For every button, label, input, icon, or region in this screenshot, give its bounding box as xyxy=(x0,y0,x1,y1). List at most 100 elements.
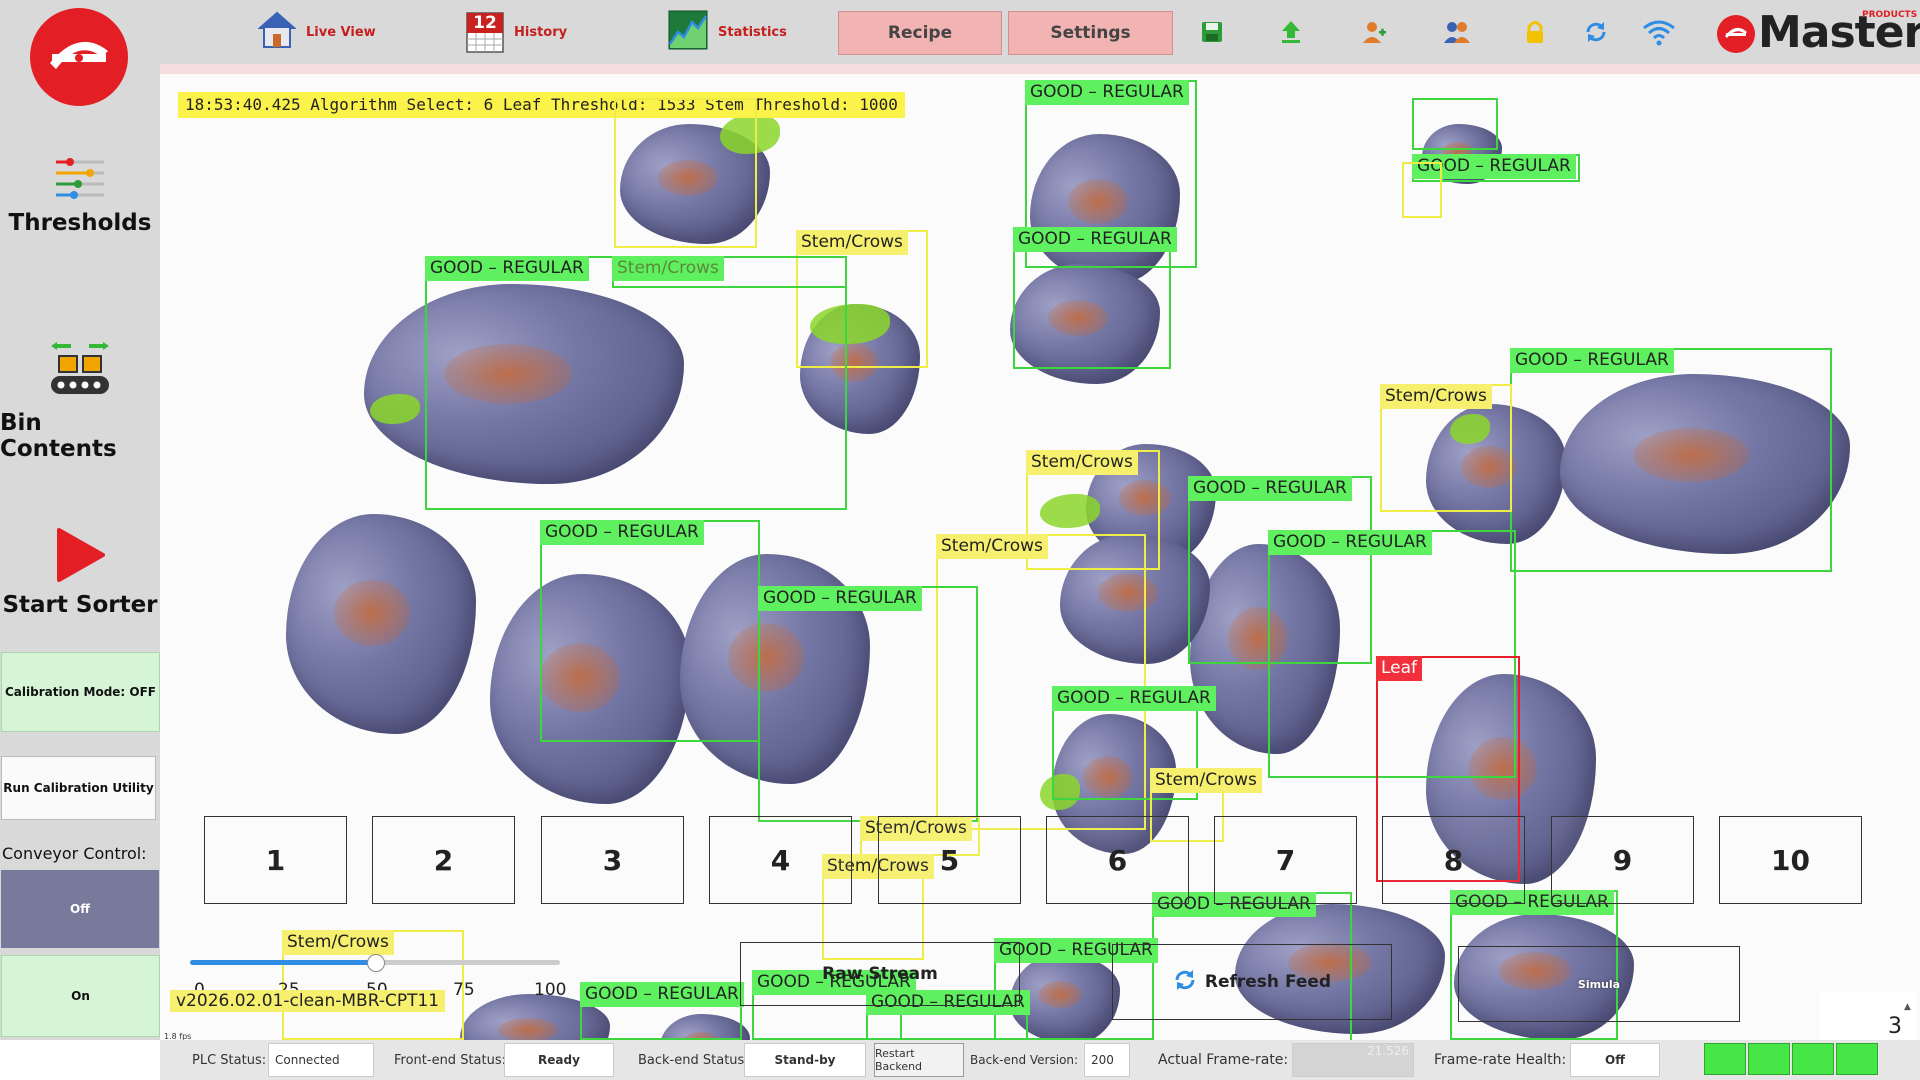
detection-label: GOOD – REGULAR xyxy=(758,586,922,611)
slider-tick: 75 xyxy=(453,980,475,1000)
bin-5[interactable]: 5 xyxy=(878,816,1021,904)
algorithm-status-line: 18:53:40.425 Algorithm Select: 6 Leaf Th… xyxy=(178,92,905,118)
backend-version-value: 200 xyxy=(1084,1043,1130,1077)
house-icon xyxy=(257,10,297,54)
status-bar: PLC Status: Connected Front-end Status: … xyxy=(160,1040,1920,1080)
corner-number: 3 xyxy=(1888,1014,1902,1039)
detection-label: GOOD – REGULAR xyxy=(540,520,704,545)
brand-small: PRODUCTS xyxy=(1862,10,1918,20)
brand-logo: Master PRODUCTS xyxy=(1716,8,1920,58)
detection-label: Stem/Crows xyxy=(612,256,724,281)
detection-label: Stem/Crows xyxy=(936,534,1048,559)
sidebar-item-label: Thresholds xyxy=(8,210,152,236)
detection-box: GOOD – REGULAR xyxy=(758,586,978,822)
raw-stream-label: Raw Stream xyxy=(822,964,938,984)
version-label: v2026.02.01-clean-MBR-CPT11 xyxy=(170,990,446,1012)
nav-statistics-label: Statistics xyxy=(718,24,787,40)
refresh-feed-icon xyxy=(1173,968,1197,997)
sidebar-item-bin-contents[interactable]: Bin Contents xyxy=(0,340,160,462)
fps-small-label: 1.8 fps xyxy=(164,1032,192,1040)
detection-label: Stem/Crows xyxy=(796,230,908,255)
frame-rate-value: 21.526 xyxy=(1292,1043,1414,1077)
detection-box: GOOD – REGULAR xyxy=(580,982,744,1040)
restart-backend-button[interactable]: Restart Backend xyxy=(874,1043,964,1077)
detection-label: Stem/Crows xyxy=(1150,768,1262,793)
sliders-icon xyxy=(54,156,106,204)
simulation-button[interactable]: Simula xyxy=(1458,946,1740,1022)
detection-label: GOOD – REGULAR xyxy=(1052,686,1216,711)
calibration-mode-toggle[interactable]: Calibration Mode: OFF xyxy=(1,652,160,732)
nav-history[interactable]: 12 History xyxy=(466,8,567,56)
conveyor-off-button[interactable]: Off xyxy=(1,870,159,948)
refresh-icon[interactable] xyxy=(1580,16,1612,48)
detection-label: GOOD – REGULAR xyxy=(580,982,744,1007)
backend-status-label: Back-end Status: xyxy=(638,1052,749,1068)
frontend-status-label: Front-end Status: xyxy=(394,1052,506,1068)
detection-box: Stem/Crows xyxy=(612,256,847,288)
detection-label: Stem/Crows xyxy=(282,930,394,955)
bin-2[interactable]: 2 xyxy=(372,816,515,904)
detection-label: GOOD – REGULAR xyxy=(1025,80,1189,105)
slider-knob[interactable] xyxy=(367,954,385,972)
detection-box: GOOD – REGULAR xyxy=(540,520,760,742)
frame-rate-health-value: Off xyxy=(1570,1043,1660,1077)
add-user-icon[interactable] xyxy=(1358,16,1390,48)
detection-box xyxy=(1412,98,1498,150)
lock-icon[interactable] xyxy=(1519,16,1551,48)
speed-slider[interactable] xyxy=(190,954,560,972)
bin-4[interactable]: 4 xyxy=(709,816,852,904)
detection-box: Stem/Crows xyxy=(1380,384,1512,512)
start-sorter-button[interactable]: Start Sorter xyxy=(0,528,160,618)
nav-statistics[interactable]: Statistics xyxy=(668,8,787,56)
bin-6[interactable]: 6 xyxy=(1046,816,1189,904)
upload-icon[interactable] xyxy=(1275,16,1307,48)
run-calibration-button[interactable]: Run Calibration Utility xyxy=(1,756,156,820)
bin-9[interactable]: 9 xyxy=(1551,816,1694,904)
detection-label: GOOD – REGULAR xyxy=(1188,476,1352,501)
detection-box: GOOD – REGULAR xyxy=(1013,227,1177,369)
bin-3[interactable]: 3 xyxy=(541,816,684,904)
conveyor-icon xyxy=(47,340,113,404)
save-icon[interactable] xyxy=(1196,16,1228,48)
app-logo xyxy=(28,6,130,108)
settings-button[interactable]: Settings xyxy=(1008,11,1173,55)
bin-7[interactable]: 7 xyxy=(1214,816,1357,904)
detection-label: GOOD – REGULAR xyxy=(1268,530,1432,555)
health-cell xyxy=(1792,1043,1834,1075)
bin-8[interactable]: 8 xyxy=(1382,816,1525,904)
recipe-button[interactable]: Recipe xyxy=(838,11,1002,55)
nav-live-view[interactable]: Live View xyxy=(257,8,376,56)
bin-10[interactable]: 10 xyxy=(1719,816,1862,904)
health-cell xyxy=(1748,1043,1790,1075)
slider-fill xyxy=(190,960,375,965)
wifi-icon xyxy=(1640,16,1678,48)
conveyor-on-button[interactable]: On xyxy=(1,955,160,1037)
corner-spinner[interactable]: 3 ▲ xyxy=(1820,992,1916,1040)
slider-tick: 100 xyxy=(534,980,567,1000)
conveyor-control-label: Conveyor Control: xyxy=(2,844,147,863)
refresh-feed-label: Refresh Feed xyxy=(1204,972,1332,992)
users-icon[interactable] xyxy=(1441,16,1473,48)
health-cell xyxy=(1704,1043,1746,1075)
detection-box: GOOD – REGULAR xyxy=(425,256,847,510)
detection-label: Leaf xyxy=(1376,656,1423,681)
calendar-icon: 12 xyxy=(466,11,504,53)
detection-label: GOOD – REGULAR xyxy=(425,256,589,281)
frame-rate-label: Actual Frame-rate: xyxy=(1158,1052,1289,1068)
detection-label: GOOD – REGULAR xyxy=(1510,348,1674,373)
sidebar-item-label: Start Sorter xyxy=(2,592,158,618)
raw-stream-button[interactable]: Raw Stream xyxy=(740,942,1020,1006)
refresh-feed-button[interactable]: Refresh Feed xyxy=(1112,944,1392,1020)
bin-1[interactable]: 1 xyxy=(204,816,347,904)
sidebar-item-label: Bin Contents xyxy=(0,410,117,462)
detection-label: GOOD – REGULAR xyxy=(1013,227,1177,252)
sidebar-item-thresholds[interactable]: Thresholds xyxy=(0,156,160,236)
detection-label: Stem/Crows xyxy=(1026,450,1138,475)
brand-mark-icon xyxy=(1717,15,1755,53)
spinner-up-icon: ▲ xyxy=(1904,1002,1911,1012)
detection-box xyxy=(614,98,757,248)
nav-live-view-label: Live View xyxy=(306,24,376,40)
backend-status-value: Stand-by xyxy=(744,1043,866,1077)
calendar-day: 12 xyxy=(473,13,497,33)
backend-version-label: Back-end Version: xyxy=(970,1053,1079,1067)
